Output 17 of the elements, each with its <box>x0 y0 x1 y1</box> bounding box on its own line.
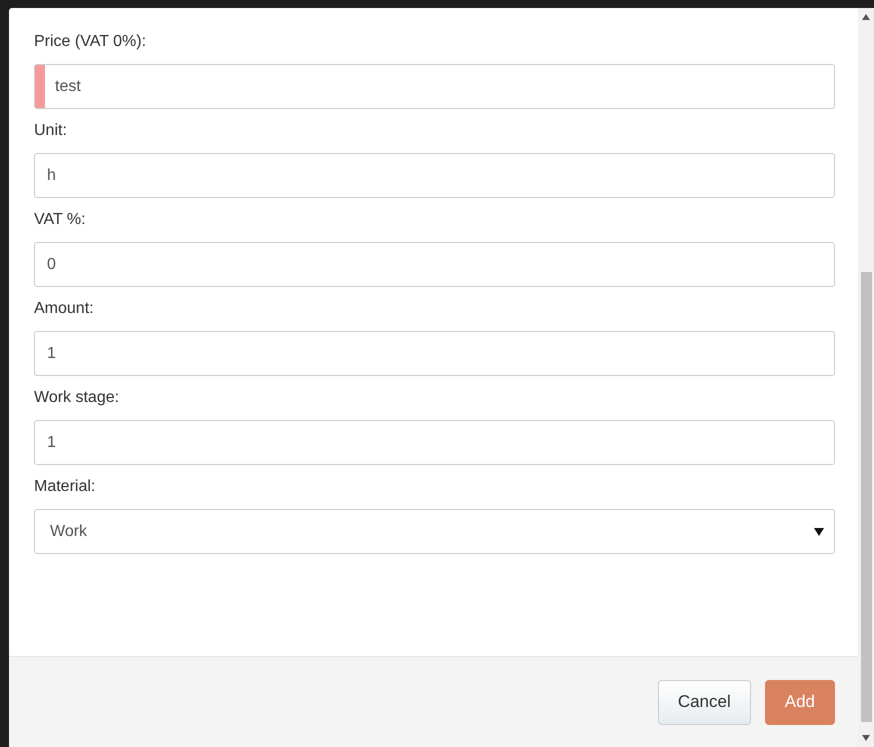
field-label: Work stage: <box>34 388 120 408</box>
field-label: Price (VAT 0%): <box>34 32 148 52</box>
field-label: Unit: <box>34 121 68 141</box>
scroll-up-icon[interactable] <box>862 14 870 20</box>
scrollbar[interactable] <box>858 8 874 747</box>
field-label: Material: <box>34 477 96 497</box>
input-field[interactable]: 0 <box>34 242 835 287</box>
caret-icon <box>814 528 824 536</box>
select-field[interactable]: Work <box>34 509 835 554</box>
input-field[interactable]: h <box>34 153 835 198</box>
cancel-button[interactable]: Cancel <box>658 680 751 724</box>
input-field[interactable]: 1 <box>34 331 835 376</box>
field-label: VAT %: <box>34 210 87 230</box>
scroll-down-icon[interactable] <box>862 735 870 741</box>
field-label: Amount: <box>34 299 95 319</box>
input-field[interactable]: 1 <box>34 420 835 465</box>
input-field[interactable]: test <box>34 64 835 109</box>
